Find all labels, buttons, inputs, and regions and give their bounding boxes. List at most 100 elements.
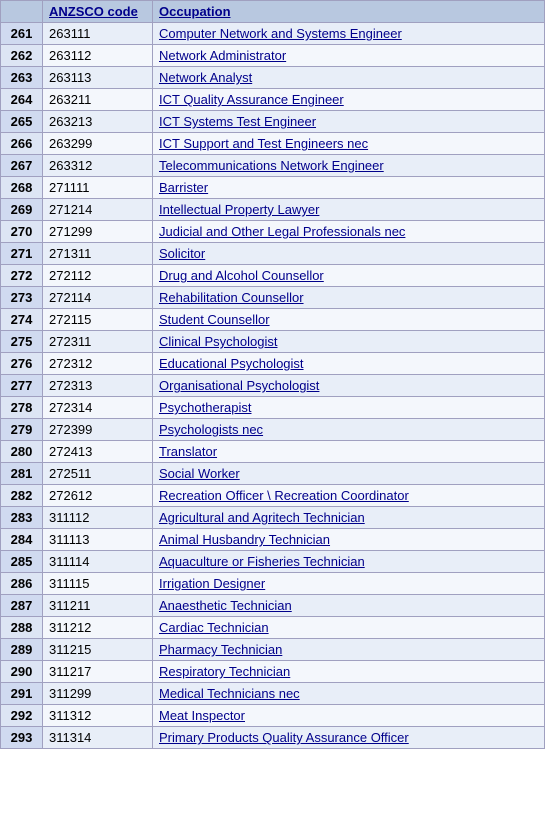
header-num — [1, 1, 43, 23]
anzsco-code: 311215 — [43, 639, 153, 661]
anzsco-code: 263312 — [43, 155, 153, 177]
occupation-name[interactable]: ICT Support and Test Engineers nec — [153, 133, 545, 155]
table-row: 266263299ICT Support and Test Engineers … — [1, 133, 545, 155]
table-row: 278272314Psychotherapist — [1, 397, 545, 419]
occupation-name[interactable]: Primary Products Quality Assurance Offic… — [153, 727, 545, 749]
table-row: 264263211ICT Quality Assurance Engineer — [1, 89, 545, 111]
row-number: 276 — [1, 353, 43, 375]
row-number: 268 — [1, 177, 43, 199]
row-number: 286 — [1, 573, 43, 595]
occupation-name[interactable]: ICT Systems Test Engineer — [153, 111, 545, 133]
occupation-name[interactable]: Intellectual Property Lawyer — [153, 199, 545, 221]
anzsco-code: 311217 — [43, 661, 153, 683]
occupation-name[interactable]: Psychotherapist — [153, 397, 545, 419]
occupation-name[interactable]: Solicitor — [153, 243, 545, 265]
occupation-name[interactable]: Translator — [153, 441, 545, 463]
occupation-name[interactable]: Agricultural and Agritech Technician — [153, 507, 545, 529]
row-number: 292 — [1, 705, 43, 727]
header-occupation[interactable]: Occupation — [153, 1, 545, 23]
row-number: 289 — [1, 639, 43, 661]
anzsco-code: 271214 — [43, 199, 153, 221]
occupation-name[interactable]: Judicial and Other Legal Professionals n… — [153, 221, 545, 243]
occupation-name[interactable]: Recreation Officer \ Recreation Coordina… — [153, 485, 545, 507]
row-number: 266 — [1, 133, 43, 155]
occupation-name[interactable]: Barrister — [153, 177, 545, 199]
row-number: 267 — [1, 155, 43, 177]
table-row: 274272115Student Counsellor — [1, 309, 545, 331]
occupation-name[interactable]: Pharmacy Technician — [153, 639, 545, 661]
anzsco-code: 311114 — [43, 551, 153, 573]
row-number: 291 — [1, 683, 43, 705]
occupation-name[interactable]: Computer Network and Systems Engineer — [153, 23, 545, 45]
occupation-name[interactable]: Psychologists nec — [153, 419, 545, 441]
table-row: 289311215Pharmacy Technician — [1, 639, 545, 661]
row-number: 264 — [1, 89, 43, 111]
table-row: 273272114Rehabilitation Counsellor — [1, 287, 545, 309]
occupation-name[interactable]: Medical Technicians nec — [153, 683, 545, 705]
table-row: 280272413Translator — [1, 441, 545, 463]
anzsco-code: 311112 — [43, 507, 153, 529]
occupation-name[interactable]: Anaesthetic Technician — [153, 595, 545, 617]
header-anzsco[interactable]: ANZSCO code — [43, 1, 153, 23]
row-number: 277 — [1, 375, 43, 397]
row-number: 262 — [1, 45, 43, 67]
table-row: 284311113Animal Husbandry Technician — [1, 529, 545, 551]
occupation-name[interactable]: Aquaculture or Fisheries Technician — [153, 551, 545, 573]
row-number: 283 — [1, 507, 43, 529]
table-row: 288311212Cardiac Technician — [1, 617, 545, 639]
occupation-name[interactable]: Drug and Alcohol Counsellor — [153, 265, 545, 287]
table-row: 286311115Irrigation Designer — [1, 573, 545, 595]
row-number: 281 — [1, 463, 43, 485]
table-row: 290311217Respiratory Technician — [1, 661, 545, 683]
anzsco-code: 272313 — [43, 375, 153, 397]
occupation-name[interactable]: Educational Psychologist — [153, 353, 545, 375]
occupation-name[interactable]: Irrigation Designer — [153, 573, 545, 595]
anzsco-code: 311314 — [43, 727, 153, 749]
table-row: 281272511Social Worker — [1, 463, 545, 485]
occupation-name[interactable]: Clinical Psychologist — [153, 331, 545, 353]
anzsco-code: 311212 — [43, 617, 153, 639]
occupation-name[interactable]: Social Worker — [153, 463, 545, 485]
occupation-name[interactable]: Rehabilitation Counsellor — [153, 287, 545, 309]
table-row: 279272399Psychologists nec — [1, 419, 545, 441]
row-number: 261 — [1, 23, 43, 45]
anzsco-code: 272115 — [43, 309, 153, 331]
occupation-name[interactable]: Organisational Psychologist — [153, 375, 545, 397]
anzsco-code: 311113 — [43, 529, 153, 551]
anzsco-code: 271299 — [43, 221, 153, 243]
table-row: 262263112Network Administrator — [1, 45, 545, 67]
table-row: 261263111Computer Network and Systems En… — [1, 23, 545, 45]
row-number: 293 — [1, 727, 43, 749]
table-row: 277272313Organisational Psychologist — [1, 375, 545, 397]
row-number: 269 — [1, 199, 43, 221]
table-row: 275272311Clinical Psychologist — [1, 331, 545, 353]
row-number: 282 — [1, 485, 43, 507]
table-row: 287311211Anaesthetic Technician — [1, 595, 545, 617]
row-number: 270 — [1, 221, 43, 243]
occupation-name[interactable]: ICT Quality Assurance Engineer — [153, 89, 545, 111]
anzsco-code: 311115 — [43, 573, 153, 595]
row-number: 273 — [1, 287, 43, 309]
occupation-name[interactable]: Animal Husbandry Technician — [153, 529, 545, 551]
occupation-name[interactable]: Meat Inspector — [153, 705, 545, 727]
table-row: 267263312Telecommunications Network Engi… — [1, 155, 545, 177]
row-number: 288 — [1, 617, 43, 639]
anzsco-code: 272612 — [43, 485, 153, 507]
occupation-name[interactable]: Student Counsellor — [153, 309, 545, 331]
anzsco-code: 271111 — [43, 177, 153, 199]
anzsco-code: 263213 — [43, 111, 153, 133]
anzsco-code: 272114 — [43, 287, 153, 309]
row-number: 279 — [1, 419, 43, 441]
occupation-name[interactable]: Network Analyst — [153, 67, 545, 89]
anzsco-code: 272399 — [43, 419, 153, 441]
row-number: 272 — [1, 265, 43, 287]
occupation-name[interactable]: Cardiac Technician — [153, 617, 545, 639]
anzsco-code: 311211 — [43, 595, 153, 617]
occupation-name[interactable]: Network Administrator — [153, 45, 545, 67]
occupation-name[interactable]: Telecommunications Network Engineer — [153, 155, 545, 177]
row-number: 263 — [1, 67, 43, 89]
anzsco-code: 263113 — [43, 67, 153, 89]
table-row: 272272112Drug and Alcohol Counsellor — [1, 265, 545, 287]
occupation-name[interactable]: Respiratory Technician — [153, 661, 545, 683]
table-row: 285311114Aquaculture or Fisheries Techni… — [1, 551, 545, 573]
